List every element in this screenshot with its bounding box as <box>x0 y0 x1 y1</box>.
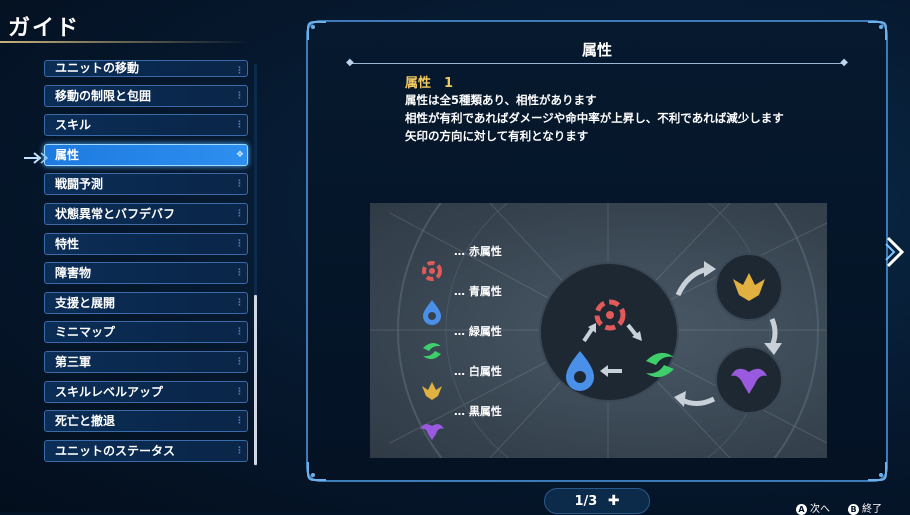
menu-item-obstacles[interactable]: 障害物 ⋮ <box>44 262 248 285</box>
page-number: 1/3 <box>574 494 598 509</box>
next-page-arrow-icon[interactable] <box>884 234 906 270</box>
menu-item-ornament-icon: ⋮ <box>235 120 244 131</box>
menu-item-label: 属性 <box>55 147 80 162</box>
menu-item-label: 第三軍 <box>55 354 92 369</box>
menu-item-attributes[interactable]: 属性 ❖ <box>44 143 248 166</box>
panel-subtitle: 属性 1 <box>405 76 454 91</box>
menu-item-label: ミニマップ <box>55 325 116 340</box>
menu-item-minimap[interactable]: ミニマップ ⋮ <box>44 321 248 344</box>
a-button-label: 次へ <box>810 504 830 515</box>
selection-cursor-icon <box>24 152 49 164</box>
page-indicator: 1/3 ✚ <box>544 488 650 514</box>
menu-item-label: 戦闘予測 <box>55 177 104 192</box>
legend-label: … 緑属性 <box>454 325 502 338</box>
menu-item-label: ユニットの移動 <box>55 61 140 75</box>
menu-item-support-deploy[interactable]: 支援と展開 ⋮ <box>44 291 248 314</box>
corner-ornament-icon <box>307 462 326 481</box>
legend-label: … 黒属性 <box>454 405 502 418</box>
menu-item-ornament-icon: ⋮ <box>235 297 244 308</box>
guide-panel: 属性 ◆ ◆ 属性 1 属性は全5種類あり、相性があります 相性が有利であればダ… <box>306 20 888 482</box>
menu-item-ornament-icon: ⋮ <box>235 208 244 219</box>
menu-item-label: 障害物 <box>55 266 92 281</box>
description-line: 相性が有利であればダメージや命中率が上昇し、不利であれば減少します <box>405 111 784 125</box>
screen-title: ガイド <box>8 16 81 41</box>
menu-item-status-effects[interactable]: 状態異常とバフデバフ ⋮ <box>44 202 248 225</box>
menu-scrollbar-thumb[interactable] <box>254 295 257 465</box>
divider-ornament-icon: ◆ <box>346 57 354 68</box>
menu-item-third-army[interactable]: 第三軍 ⋮ <box>44 350 248 373</box>
menu-item-ornament-icon: ⋮ <box>235 66 244 76</box>
menu-item-skill-level-up[interactable]: スキルレベルアップ ⋮ <box>44 380 248 403</box>
menu-item-label: ユニットのステータス <box>55 443 176 458</box>
menu-item-label: 死亡と撤退 <box>55 414 116 429</box>
menu-item-unit-movement[interactable]: ユニットの移動 ⋮ <box>44 60 248 77</box>
menu-item-ornament-icon: ⋮ <box>235 445 244 456</box>
menu-item-death-retreat[interactable]: 死亡と撤退 ⋮ <box>44 410 248 433</box>
menu-item-battle-forecast[interactable]: 戦闘予測 ⋮ <box>44 173 248 196</box>
b-button-icon: B <box>848 503 859 515</box>
legend-label: … 赤属性 <box>454 245 502 258</box>
description-line: 矢印の方向に対して有利となります <box>405 129 589 143</box>
divider-ornament-icon: ◆ <box>840 57 848 68</box>
menu-item-ornament-icon: ⋮ <box>235 327 244 338</box>
a-button-hint[interactable]: A 次へ <box>796 500 830 515</box>
b-button-label: 終了 <box>862 504 882 515</box>
title-underline <box>0 41 250 43</box>
legend-label: … 青属性 <box>454 285 502 298</box>
menu-item-ornament-icon: ⋮ <box>235 90 244 101</box>
menu-item-ornament-icon: ⋮ <box>235 356 244 367</box>
menu-item-ornament-icon: ⋮ <box>235 268 244 279</box>
legend-label: … 白属性 <box>454 365 502 378</box>
menu-item-ornament-icon: ⋮ <box>235 386 244 397</box>
menu-item-label: 特性 <box>55 236 80 251</box>
guide-menu: ユニットの移動 ⋮ 移動の制限と包囲 ⋮ スキル ⋮ 属性 ❖ 戦闘予測 ⋮ 状態異常とバ… <box>44 60 248 469</box>
menu-item-ornament-icon: ⋮ <box>235 179 244 190</box>
dpad-icon: ✚ <box>607 493 620 509</box>
menu-item-skills[interactable]: スキル ⋮ <box>44 114 248 137</box>
panel-divider <box>352 63 842 64</box>
menu-item-unit-status[interactable]: ユニットのステータス ⋮ <box>44 439 248 462</box>
menu-item-label: 支援と展開 <box>55 295 116 310</box>
diagram-canvas <box>370 203 827 458</box>
menu-item-traits[interactable]: 特性 ⋮ <box>44 232 248 255</box>
menu-item-label: 移動の制限と包囲 <box>55 88 152 103</box>
a-button-icon: A <box>796 503 807 515</box>
menu-item-label: 状態異常とバフデバフ <box>55 206 176 221</box>
b-button-hint[interactable]: B 終了 <box>848 500 882 515</box>
menu-item-label: スキルレベルアップ <box>55 384 164 399</box>
description-line: 属性は全5種類あり、相性があります <box>405 93 597 107</box>
corner-ornament-icon <box>868 462 887 481</box>
menu-item-movement-limits[interactable]: 移動の制限と包囲 ⋮ <box>44 84 248 107</box>
menu-item-ornament-icon: ⋮ <box>235 238 244 249</box>
attribute-diagram <box>370 203 827 458</box>
menu-item-ornament-icon: ❖ <box>235 149 244 160</box>
menu-item-ornament-icon: ⋮ <box>235 416 244 427</box>
panel-title: 属性 <box>581 41 612 59</box>
menu-item-label: スキル <box>55 118 92 133</box>
